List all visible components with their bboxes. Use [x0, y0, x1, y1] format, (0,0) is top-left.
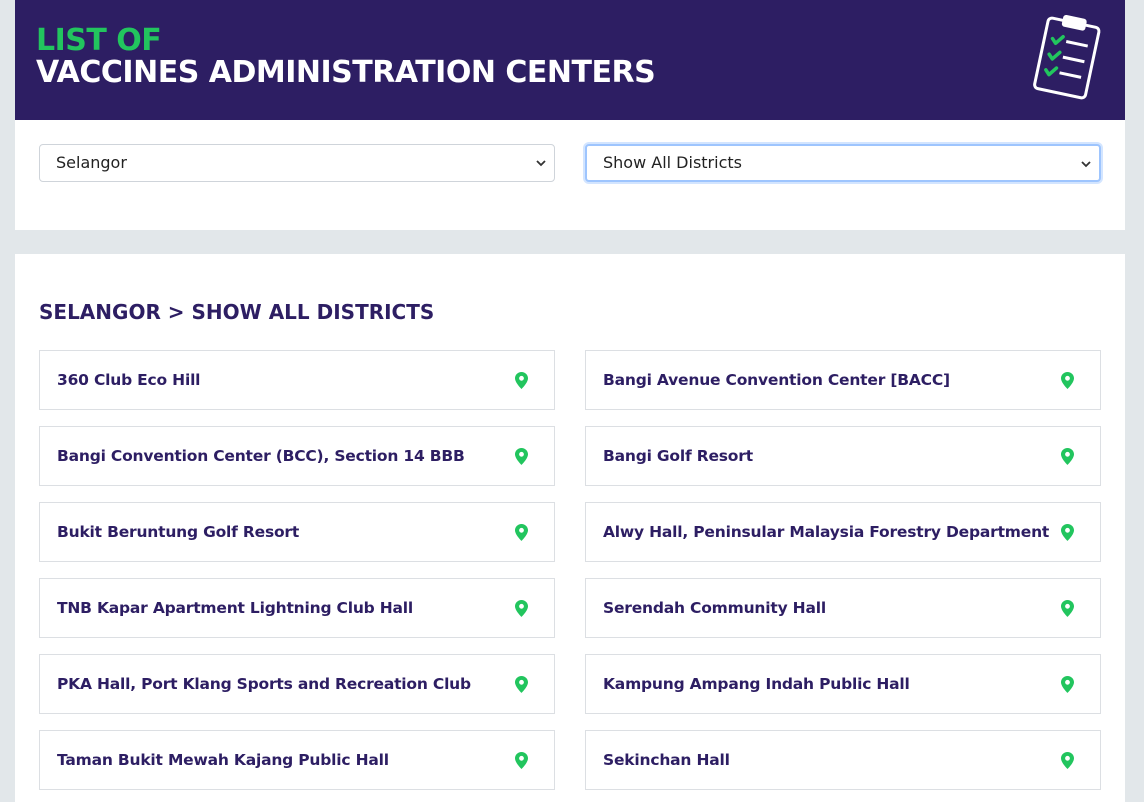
center-name[interactable]: Serendah Community Hall [603, 579, 826, 637]
map-pin-icon[interactable] [515, 676, 528, 693]
map-pin-icon[interactable] [515, 752, 528, 769]
results-title: SELANGOR > SHOW ALL DISTRICTS [39, 300, 435, 324]
map-pin-icon[interactable] [515, 600, 528, 617]
center-name[interactable]: Kampung Ampang Indah Public Hall [603, 655, 910, 713]
chevron-down-icon [536, 160, 546, 167]
center-name[interactable]: Alwy Hall, Peninsular Malaysia Forestry … [603, 503, 1049, 561]
state-select-value: Selangor [56, 153, 127, 172]
center-name[interactable]: Bukit Beruntung Golf Resort [57, 503, 299, 561]
center-name[interactable]: Bangi Avenue Convention Center [BACC] [603, 351, 950, 409]
center-card[interactable]: PKA Hall, Port Klang Sports and Recreati… [39, 654, 555, 714]
map-pin-icon[interactable] [1061, 752, 1074, 769]
map-pin-icon[interactable] [515, 372, 528, 389]
map-pin-icon[interactable] [1061, 448, 1074, 465]
center-name[interactable]: Taman Bukit Mewah Kajang Public Hall [57, 731, 389, 789]
page-title-line2: VACCINES ADMINISTRATION CENTERS [36, 55, 656, 90]
map-pin-icon[interactable] [515, 524, 528, 541]
page-header: LIST OF VACCINES ADMINISTRATION CENTERS [15, 0, 1125, 120]
center-card[interactable]: Bangi Convention Center (BCC), Section 1… [39, 426, 555, 486]
map-pin-icon[interactable] [1061, 372, 1074, 389]
district-select[interactable]: Show All Districts [585, 144, 1101, 182]
results-panel: SELANGOR > SHOW ALL DISTRICTS 360 Club E… [15, 254, 1125, 802]
center-card[interactable]: Alwy Hall, Peninsular Malaysia Forestry … [585, 502, 1101, 562]
filter-panel: Selangor Show All Districts [15, 120, 1125, 230]
page-title-line1: LIST OF [36, 23, 162, 58]
center-name[interactable]: Sekinchan Hall [603, 731, 730, 789]
center-card[interactable]: Kampung Ampang Indah Public Hall [585, 654, 1101, 714]
center-name[interactable]: Bangi Convention Center (BCC), Section 1… [57, 427, 465, 485]
center-name[interactable]: PKA Hall, Port Klang Sports and Recreati… [57, 655, 471, 713]
center-name[interactable]: TNB Kapar Apartment Lightning Club Hall [57, 579, 413, 637]
map-pin-icon[interactable] [1061, 676, 1074, 693]
center-card[interactable]: Bukit Beruntung Golf Resort [39, 502, 555, 562]
center-name[interactable]: Bangi Golf Resort [603, 427, 753, 485]
district-select-value: Show All Districts [603, 153, 742, 172]
center-card[interactable]: Sekinchan Hall [585, 730, 1101, 790]
map-pin-icon[interactable] [1061, 600, 1074, 617]
map-pin-icon[interactable] [1061, 524, 1074, 541]
center-card[interactable]: Taman Bukit Mewah Kajang Public Hall [39, 730, 555, 790]
chevron-down-icon [1081, 161, 1091, 168]
map-pin-icon[interactable] [515, 448, 528, 465]
center-card[interactable]: TNB Kapar Apartment Lightning Club Hall [39, 578, 555, 638]
center-name[interactable]: 360 Club Eco Hill [57, 351, 201, 409]
center-card[interactable]: Serendah Community Hall [585, 578, 1101, 638]
center-card[interactable]: 360 Club Eco Hill [39, 350, 555, 410]
center-card[interactable]: Bangi Golf Resort [585, 426, 1101, 486]
clipboard-checklist-icon [1033, 14, 1101, 100]
state-select[interactable]: Selangor [39, 144, 555, 182]
center-card[interactable]: Bangi Avenue Convention Center [BACC] [585, 350, 1101, 410]
